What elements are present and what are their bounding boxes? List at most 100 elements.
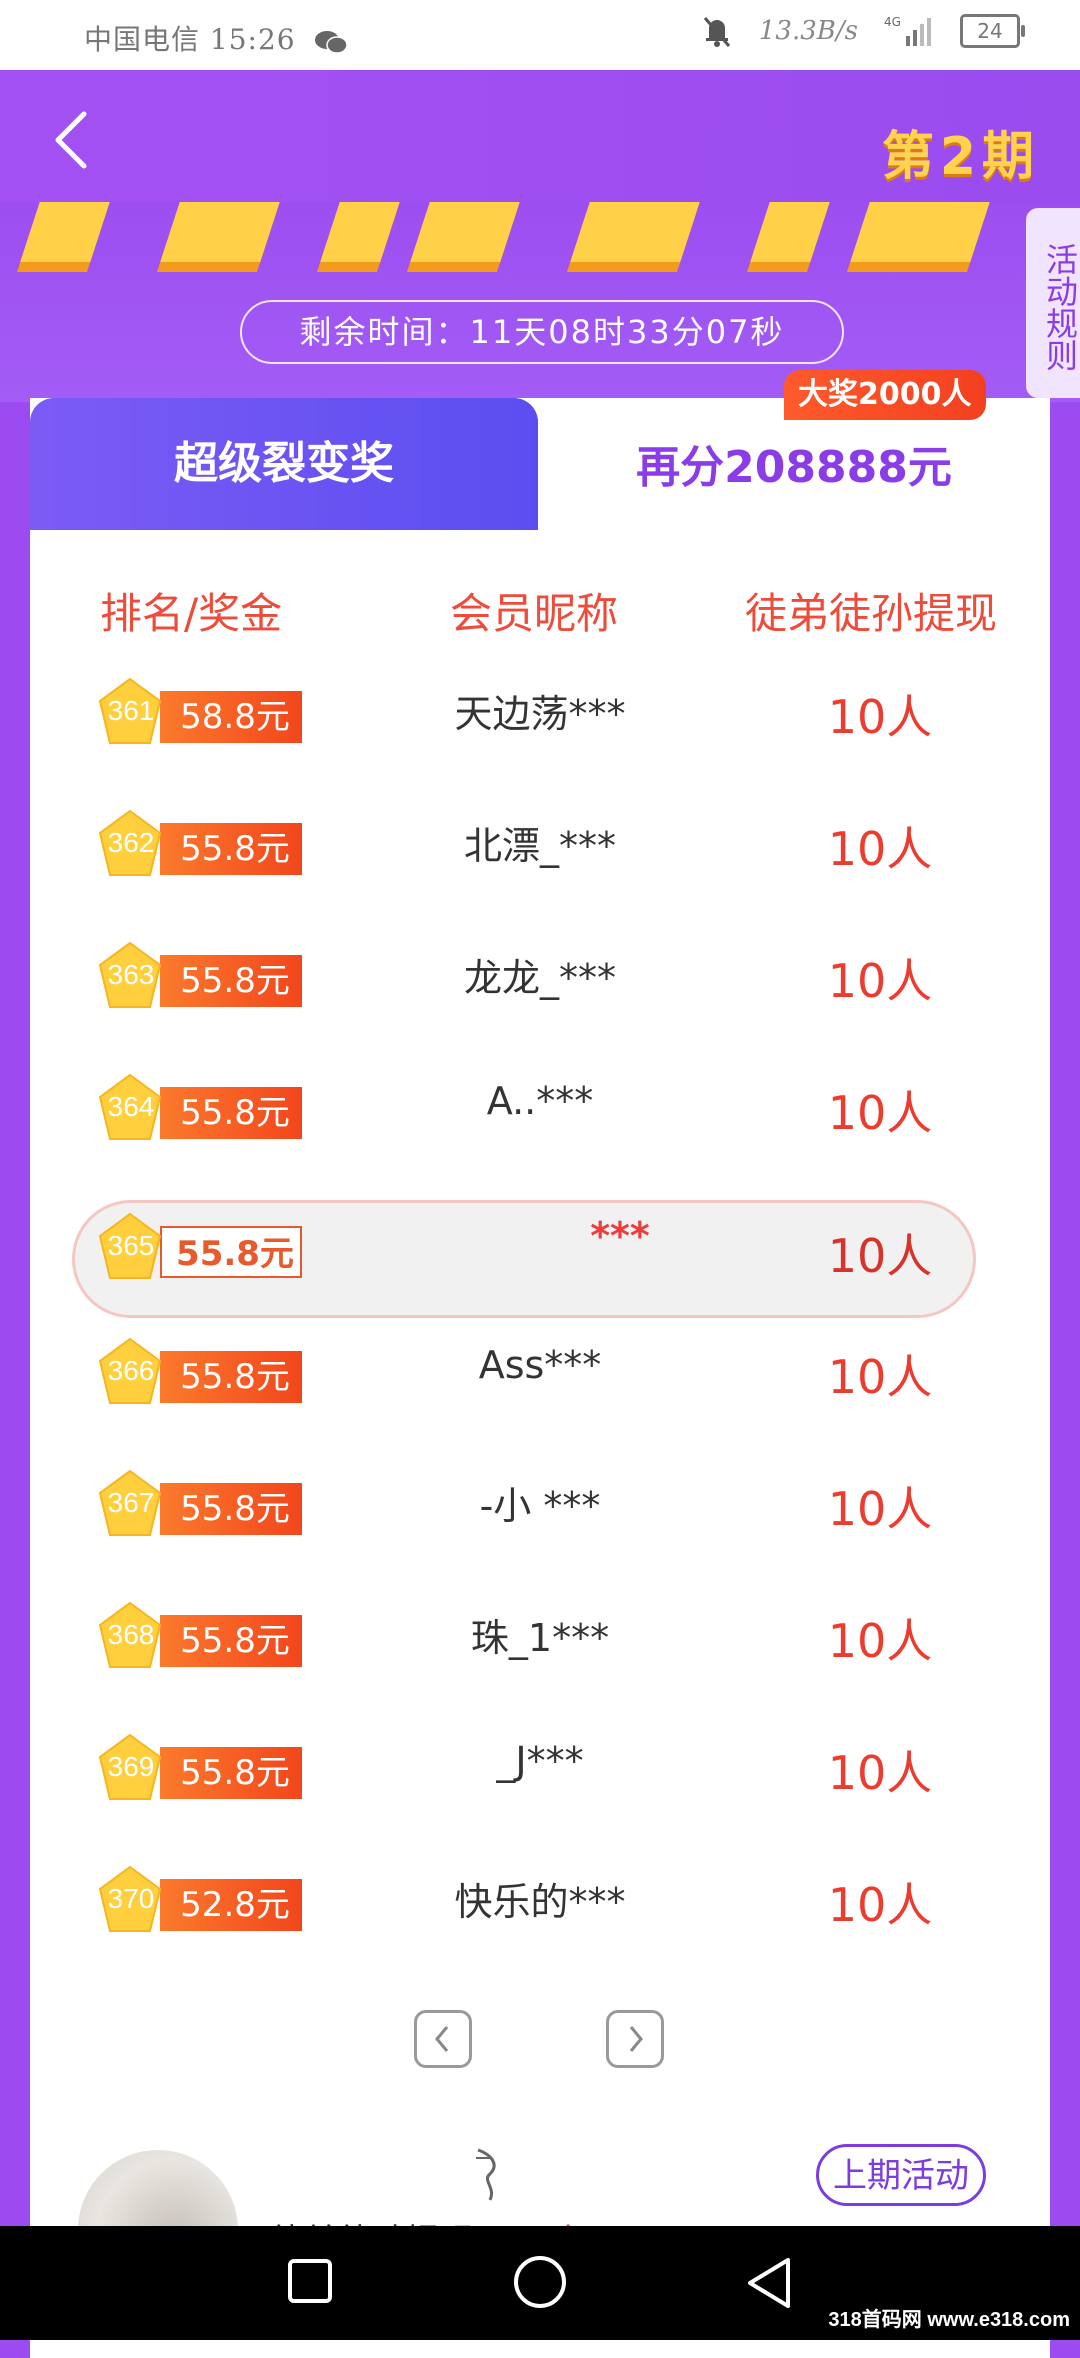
reward-amount: 55.8元 xyxy=(160,1087,302,1139)
chevron-left-icon xyxy=(435,2026,449,2052)
member-nickname: *** xyxy=(590,1214,650,1258)
reward-amount: 55.8元 xyxy=(160,823,302,875)
rank-badge: 55.8元 368 xyxy=(98,1601,302,1671)
recent-apps-icon[interactable] xyxy=(285,2256,335,2306)
banner-title-decoration xyxy=(20,202,110,262)
table-row-current-user: 55.8元 365 *** 10人 xyxy=(0,1200,1080,1332)
avatar xyxy=(78,2150,238,2230)
carrier-time: 中国电信 15:26 xyxy=(84,23,296,56)
withdraw-count: 10人 xyxy=(827,822,933,876)
rank-badge: 55.8元 367 xyxy=(98,1469,302,1539)
header: 第2期 xyxy=(0,70,1080,202)
member-nickname: A..*** xyxy=(486,1079,594,1123)
rank-badge: 55.8元 362 xyxy=(98,809,302,879)
banner-title-decoration xyxy=(850,202,990,262)
back-nav-icon[interactable] xyxy=(744,2256,794,2312)
table-row: 55.8元 367 -小 *** 10人 xyxy=(0,1457,1080,1589)
rank-number: 366 xyxy=(107,1355,155,1386)
rank-badge: 55.8元 366 xyxy=(98,1337,302,1407)
member-nickname: 龙龙_*** xyxy=(463,956,616,1000)
banner-title-decoration xyxy=(410,202,520,262)
withdraw-count: 10人 xyxy=(827,690,933,744)
reward-amount: 58.8元 xyxy=(160,691,302,743)
banner-title-decoration xyxy=(570,202,700,262)
rank-badge: 52.8元 370 xyxy=(98,1865,302,1935)
battery-indicator: 24 xyxy=(960,14,1025,48)
home-icon[interactable] xyxy=(512,2256,568,2312)
period-label: 第2期 xyxy=(881,127,1040,187)
rank-number: 365 xyxy=(107,1230,155,1261)
table-row: 55.8元 368 珠_1*** 10人 xyxy=(0,1589,1080,1721)
signal-icon: 4G xyxy=(884,15,931,46)
column-header-rank: 排名/奖金 xyxy=(100,589,283,638)
table-row: 58.8元 361 天边荡*** 10人 xyxy=(0,665,1080,797)
banner-title-decoration xyxy=(320,202,400,262)
chevron-right-icon xyxy=(629,2026,643,2052)
rank-badge: 55.8元 369 xyxy=(98,1733,302,1803)
reward-amount: 55.8元 xyxy=(160,1747,302,1799)
rank-number: 367 xyxy=(107,1487,155,1518)
status-left: 中国电信 15:26 xyxy=(84,18,348,58)
rank-badge: 55.8元 365 xyxy=(98,1212,302,1282)
rank-number: 370 xyxy=(107,1883,155,1914)
rank-badge: 58.8元 361 xyxy=(98,677,302,747)
countdown-timer: 剩余时间：11天08时33分07秒 xyxy=(240,300,844,364)
member-nickname: _J*** xyxy=(496,1739,584,1783)
reward-amount: 55.8元 xyxy=(160,1351,302,1403)
table-row: 55.8元 366 Ass*** 10人 xyxy=(0,1325,1080,1457)
pagination xyxy=(412,2010,672,2074)
member-nickname: 快乐的*** xyxy=(454,1880,626,1924)
table-row: 55.8元 363 龙龙_*** 10人 xyxy=(0,929,1080,1061)
banner-title-decoration xyxy=(160,202,280,262)
member-nickname: 珠_1*** xyxy=(470,1616,610,1660)
status-bar: 中国电信 15:26 13.3B/s 4G 24 xyxy=(0,0,1080,70)
member-nickname: -小 *** xyxy=(479,1484,601,1528)
net-speed: 13.3B/s xyxy=(758,16,858,46)
svg-text:4G: 4G xyxy=(884,15,901,29)
withdraw-count: 10人 xyxy=(827,1229,933,1283)
table-row: 52.8元 370 快乐的*** 10人 xyxy=(0,1853,1080,1985)
column-header-nickname: 会员昵称 xyxy=(450,589,619,638)
reward-amount: 55.8元 xyxy=(160,955,302,1007)
rank-badge: 55.8元 364 xyxy=(98,1073,302,1143)
logo-mark-icon xyxy=(476,2148,496,2201)
rank-number: 363 xyxy=(107,959,155,990)
withdraw-count: 10人 xyxy=(827,954,933,1008)
rank-number: 364 xyxy=(107,1091,155,1122)
rank-number: 369 xyxy=(107,1751,155,1782)
table-row: 55.8元 369 _J*** 10人 xyxy=(0,1721,1080,1853)
rank-number: 361 xyxy=(107,695,155,726)
back-arrow-icon[interactable] xyxy=(50,110,90,170)
rank-badge: 55.8元 363 xyxy=(98,941,302,1011)
system-nav-bar: 318首码网 www.e318.com xyxy=(0,2226,1080,2340)
reward-amount: 55.8元 xyxy=(160,1226,302,1278)
reward-amount: 55.8元 xyxy=(160,1483,302,1535)
column-headers: 排名/奖金 会员昵称 徒弟徒孙提现 xyxy=(0,580,1080,640)
watermark: 318首码网 www.e318.com xyxy=(828,2309,1070,2331)
rank-number: 368 xyxy=(107,1619,155,1650)
withdraw-count: 10人 xyxy=(827,1614,933,1668)
prize-badge: 大奖2000人 xyxy=(784,370,986,420)
status-right: 13.3B/s 4G 24 xyxy=(701,14,1025,48)
my-ranking-strip: 上期活动 徒弟徒孙提现：10人 xyxy=(30,2130,1050,2230)
withdraw-count: 10人 xyxy=(827,1350,933,1404)
reward-amount: 52.8元 xyxy=(160,1879,302,1931)
member-nickname: Ass*** xyxy=(478,1343,602,1387)
table-row: 55.8元 364 A..*** 10人 xyxy=(0,1061,1080,1193)
withdraw-count: 10人 xyxy=(827,1878,933,1932)
mute-bell-icon xyxy=(703,17,731,47)
banner-title-decoration xyxy=(750,202,830,262)
tab-super-fission[interactable]: 超级裂变奖 xyxy=(30,398,538,530)
withdraw-count: 10人 xyxy=(827,1086,933,1140)
member-nickname: 天边荡*** xyxy=(454,692,626,736)
reward-amount: 55.8元 xyxy=(160,1615,302,1667)
rank-number: 362 xyxy=(107,827,155,858)
withdraw-count: 10人 xyxy=(827,1482,933,1536)
previous-page-button[interactable] xyxy=(414,2010,472,2068)
last-period-button[interactable]: 上期活动 xyxy=(816,2144,986,2206)
table-row: 55.8元 362 北漂_*** 10人 xyxy=(0,797,1080,929)
withdraw-count: 10人 xyxy=(827,1746,933,1800)
activity-rules-button[interactable]: 活动规则 xyxy=(1026,208,1080,398)
next-page-button[interactable] xyxy=(606,2010,664,2068)
column-header-withdraw: 徒弟徒孙提现 xyxy=(745,589,998,638)
